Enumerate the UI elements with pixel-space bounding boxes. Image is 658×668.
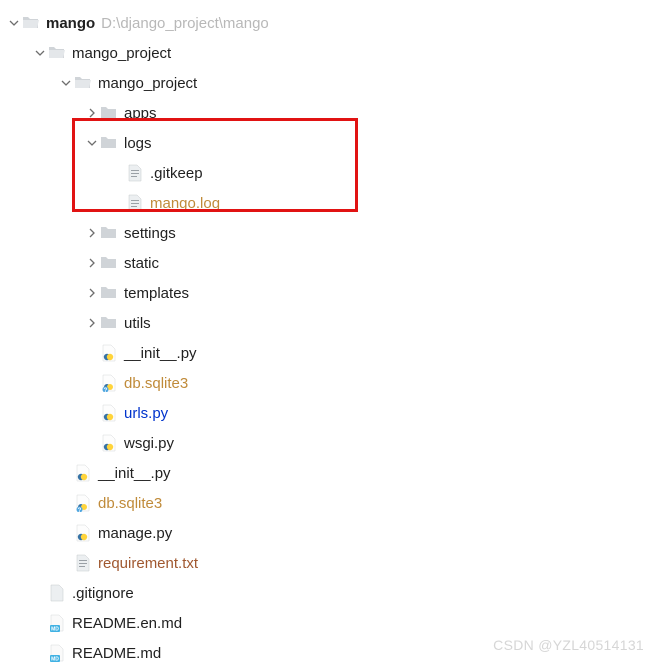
node-label: mango_project bbox=[98, 75, 197, 92]
file-text-icon bbox=[126, 164, 144, 182]
node-label: README.md bbox=[72, 645, 161, 662]
chevron-down-icon[interactable] bbox=[6, 18, 22, 28]
tree-node-requirement[interactable]: requirement.txt bbox=[0, 548, 658, 578]
tree-node-logs[interactable]: logs bbox=[0, 128, 658, 158]
python-file-icon bbox=[100, 434, 118, 452]
node-label: db.sqlite3 bbox=[124, 375, 188, 392]
folder-closed-icon bbox=[100, 224, 118, 242]
tree-node-templates[interactable]: templates bbox=[0, 278, 658, 308]
tree-node-db-sqlite3-inner[interactable]: db.sqlite3 bbox=[0, 368, 658, 398]
tree-node-db-sqlite3-outer[interactable]: db.sqlite3 bbox=[0, 488, 658, 518]
unknown-file-icon bbox=[74, 494, 92, 512]
chevron-right-icon[interactable] bbox=[84, 318, 100, 328]
node-label: utils bbox=[124, 315, 151, 332]
node-label: static bbox=[124, 255, 159, 272]
node-label: .gitkeep bbox=[150, 165, 203, 182]
tree-node-init-inner[interactable]: __init__.py bbox=[0, 338, 658, 368]
tree-node-utils[interactable]: utils bbox=[0, 308, 658, 338]
folder-closed-icon bbox=[100, 284, 118, 302]
chevron-down-icon[interactable] bbox=[84, 138, 100, 148]
unknown-file-icon bbox=[100, 374, 118, 392]
folder-open-icon bbox=[48, 44, 66, 62]
file-text-icon bbox=[126, 194, 144, 212]
python-file-icon bbox=[74, 464, 92, 482]
tree-node-urls[interactable]: urls.py bbox=[0, 398, 658, 428]
tree-node-gitkeep[interactable]: .gitkeep bbox=[0, 158, 658, 188]
tree-node-mango-project-inner[interactable]: mango_project bbox=[0, 68, 658, 98]
folder-closed-icon bbox=[100, 134, 118, 152]
folder-open-icon bbox=[74, 74, 92, 92]
tree-node-readme-en[interactable]: README.en.md bbox=[0, 608, 658, 638]
chevron-right-icon[interactable] bbox=[84, 288, 100, 298]
file-plain-icon bbox=[48, 584, 66, 602]
node-label: logs bbox=[124, 135, 152, 152]
tree-node-settings[interactable]: settings bbox=[0, 218, 658, 248]
tree-node-manage[interactable]: manage.py bbox=[0, 518, 658, 548]
node-label: templates bbox=[124, 285, 189, 302]
chevron-down-icon[interactable] bbox=[58, 78, 74, 88]
node-label: mango_project bbox=[72, 45, 171, 62]
folder-closed-icon bbox=[100, 314, 118, 332]
python-file-icon bbox=[100, 344, 118, 362]
tree-node-init-outer[interactable]: __init__.py bbox=[0, 458, 658, 488]
tree-node-static[interactable]: static bbox=[0, 248, 658, 278]
tree-node-mango-log[interactable]: mango.log bbox=[0, 188, 658, 218]
node-label: manage.py bbox=[98, 525, 172, 542]
chevron-right-icon[interactable] bbox=[84, 108, 100, 118]
node-label: requirement.txt bbox=[98, 555, 198, 572]
chevron-right-icon[interactable] bbox=[84, 258, 100, 268]
node-label: urls.py bbox=[124, 405, 168, 422]
tree-node-gitignore[interactable]: .gitignore bbox=[0, 578, 658, 608]
tree-node-root[interactable]: mango D:\django_project\mango bbox=[0, 8, 658, 38]
node-path: D:\django_project\mango bbox=[101, 15, 269, 32]
python-file-icon bbox=[74, 524, 92, 542]
folder-closed-icon bbox=[100, 104, 118, 122]
file-text-icon bbox=[74, 554, 92, 572]
node-label: __init__.py bbox=[124, 345, 197, 362]
project-tree: mango D:\django_project\mango mango_proj… bbox=[0, 8, 658, 668]
watermark: CSDN @YZL40514131 bbox=[493, 637, 644, 653]
folder-closed-icon bbox=[100, 254, 118, 272]
node-label: mango bbox=[46, 15, 95, 32]
tree-node-mango-project-outer[interactable]: mango_project bbox=[0, 38, 658, 68]
node-label: .gitignore bbox=[72, 585, 134, 602]
python-file-icon bbox=[100, 404, 118, 422]
markdown-file-icon bbox=[48, 614, 66, 632]
node-label: db.sqlite3 bbox=[98, 495, 162, 512]
folder-open-icon bbox=[22, 14, 40, 32]
tree-node-wsgi[interactable]: wsgi.py bbox=[0, 428, 658, 458]
node-label: apps bbox=[124, 105, 157, 122]
chevron-right-icon[interactable] bbox=[84, 228, 100, 238]
node-label: settings bbox=[124, 225, 176, 242]
node-label: wsgi.py bbox=[124, 435, 174, 452]
node-label: __init__.py bbox=[98, 465, 171, 482]
node-label: mango.log bbox=[150, 195, 220, 212]
markdown-file-icon bbox=[48, 644, 66, 662]
node-label: README.en.md bbox=[72, 615, 182, 632]
chevron-down-icon[interactable] bbox=[32, 48, 48, 58]
tree-node-apps[interactable]: apps bbox=[0, 98, 658, 128]
